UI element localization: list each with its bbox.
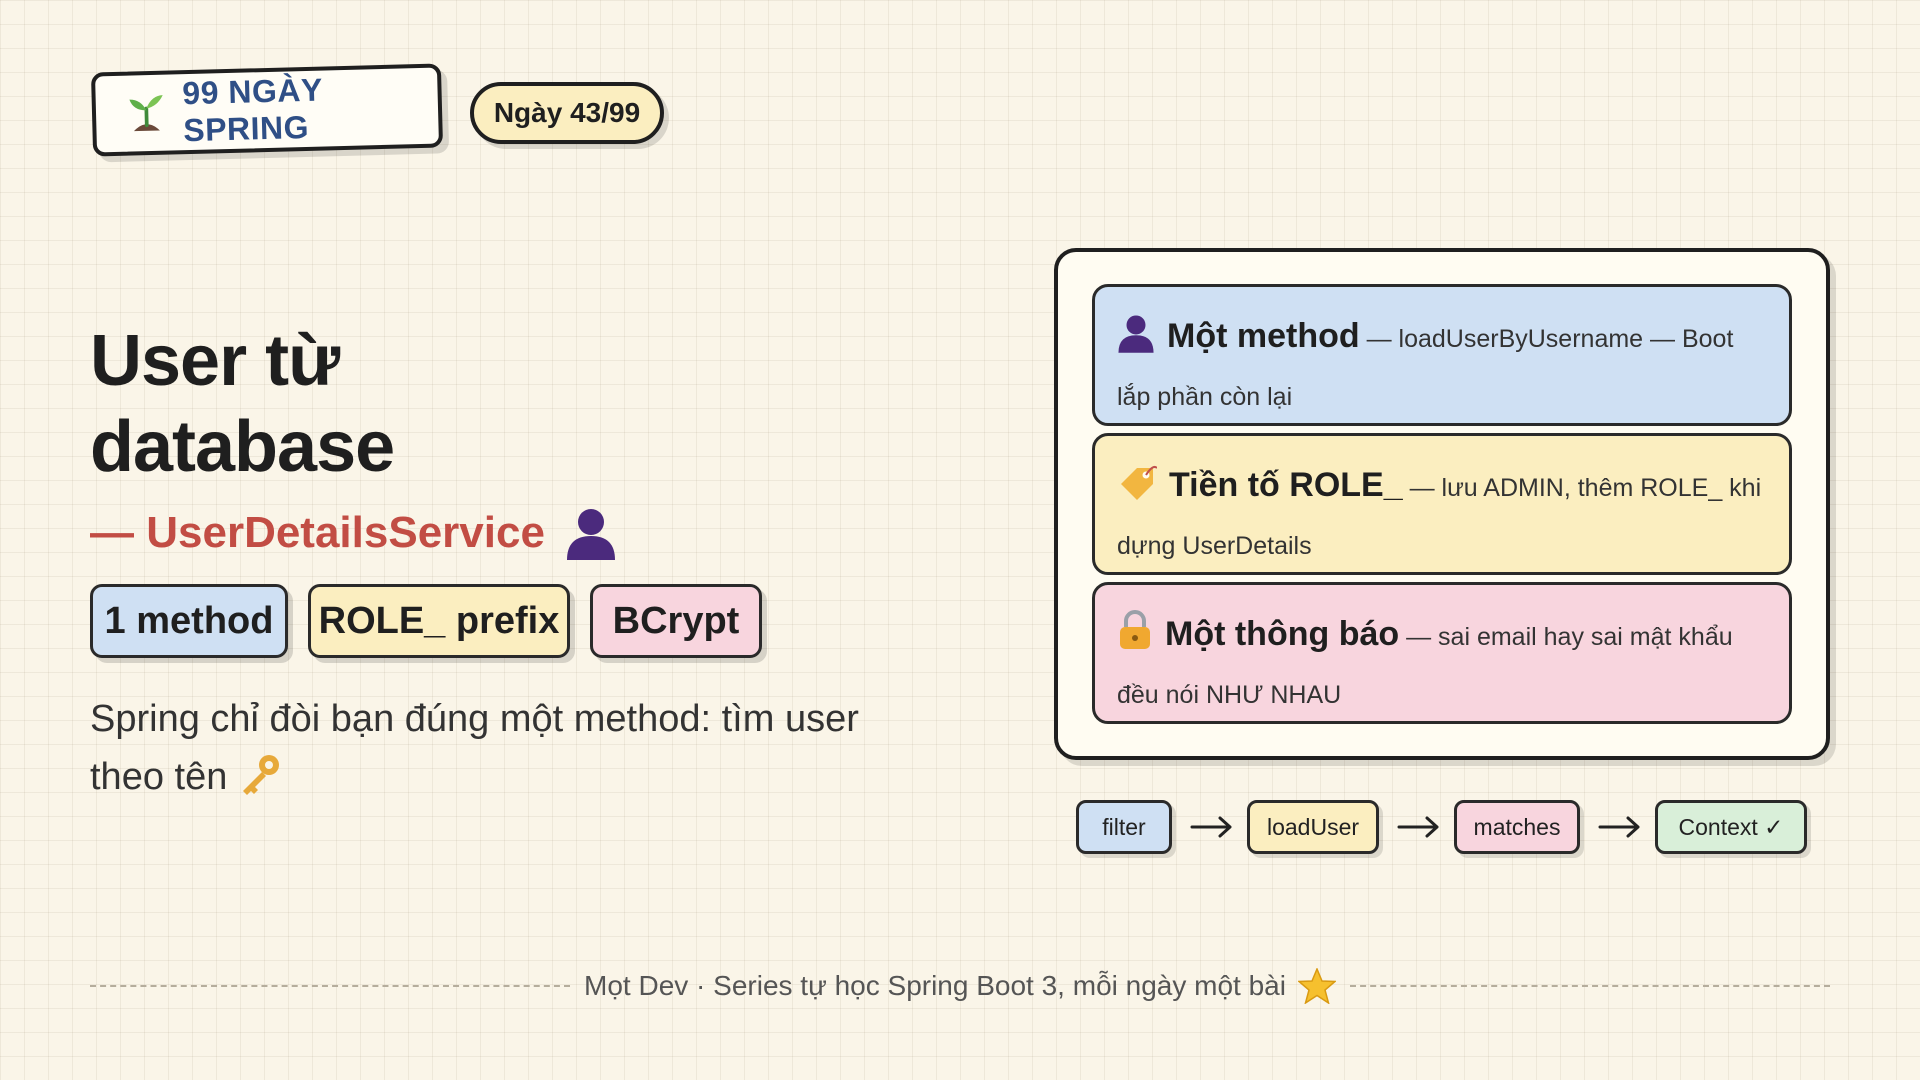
tag-method: 1 method [90, 584, 288, 658]
tag-bcrypt: BCrypt [590, 584, 762, 658]
footer-divider-right [1350, 985, 1830, 987]
page-title: User từ database [90, 318, 690, 490]
footer: Mọt Dev · Series tự học Spring Boot 3, m… [580, 962, 1340, 1010]
card-heading: Một method [1167, 317, 1360, 355]
description-text: Spring chỉ đòi bạn đúng một method: tìm … [90, 698, 859, 798]
footer-divider-left [90, 985, 570, 987]
series-badge: 99 NGÀY SPRING [90, 63, 444, 157]
title-line-2: database [90, 407, 395, 487]
subtitle-text: — UserDetailsService [90, 508, 545, 557]
card-heading: Một thông báo [1165, 615, 1400, 653]
flow-step-context: Context ✓ [1655, 800, 1807, 854]
person-icon [1118, 315, 1154, 353]
day-counter-pill: Ngày 43/99 [470, 82, 664, 144]
arrow-right-icon [1397, 816, 1439, 838]
lock-icon [1120, 610, 1150, 649]
sprout-icon [129, 95, 163, 132]
person-icon [566, 509, 615, 560]
summary-panel: Một method — loadUserByUsername — Boot l… [1054, 248, 1830, 760]
card-heading: Tiền tố ROLE_ [1169, 466, 1403, 504]
key-icon [243, 755, 280, 795]
title-line-1: User từ [90, 321, 340, 401]
flow-step-matches: matches [1454, 800, 1580, 854]
star-icon [1297, 968, 1336, 1004]
series-badge-label: 99 NGÀY SPRING [181, 71, 323, 149]
card-one-message: Một thông báo — sai email hay sai mật kh… [1092, 582, 1792, 724]
footer-text: Mọt Dev · Series tự học Spring Boot 3, m… [584, 970, 1286, 1001]
flow-step-filter: filter [1076, 800, 1172, 854]
tag-role-prefix: ROLE_ prefix [308, 584, 570, 658]
arrow-right-icon [1598, 816, 1640, 838]
flow-step-loaduser: loadUser [1247, 800, 1379, 854]
card-role-prefix: Tiền tố ROLE_ — lưu ADMIN, thêm ROLE_ kh… [1092, 433, 1792, 575]
card-one-method: Một method — loadUserByUsername — Boot l… [1092, 284, 1792, 426]
page-subtitle: — UserDetailsService [90, 502, 617, 564]
tag-icon [1121, 465, 1157, 500]
description: Spring chỉ đòi bạn đúng một method: tìm … [90, 690, 930, 806]
arrow-right-icon [1190, 816, 1232, 838]
